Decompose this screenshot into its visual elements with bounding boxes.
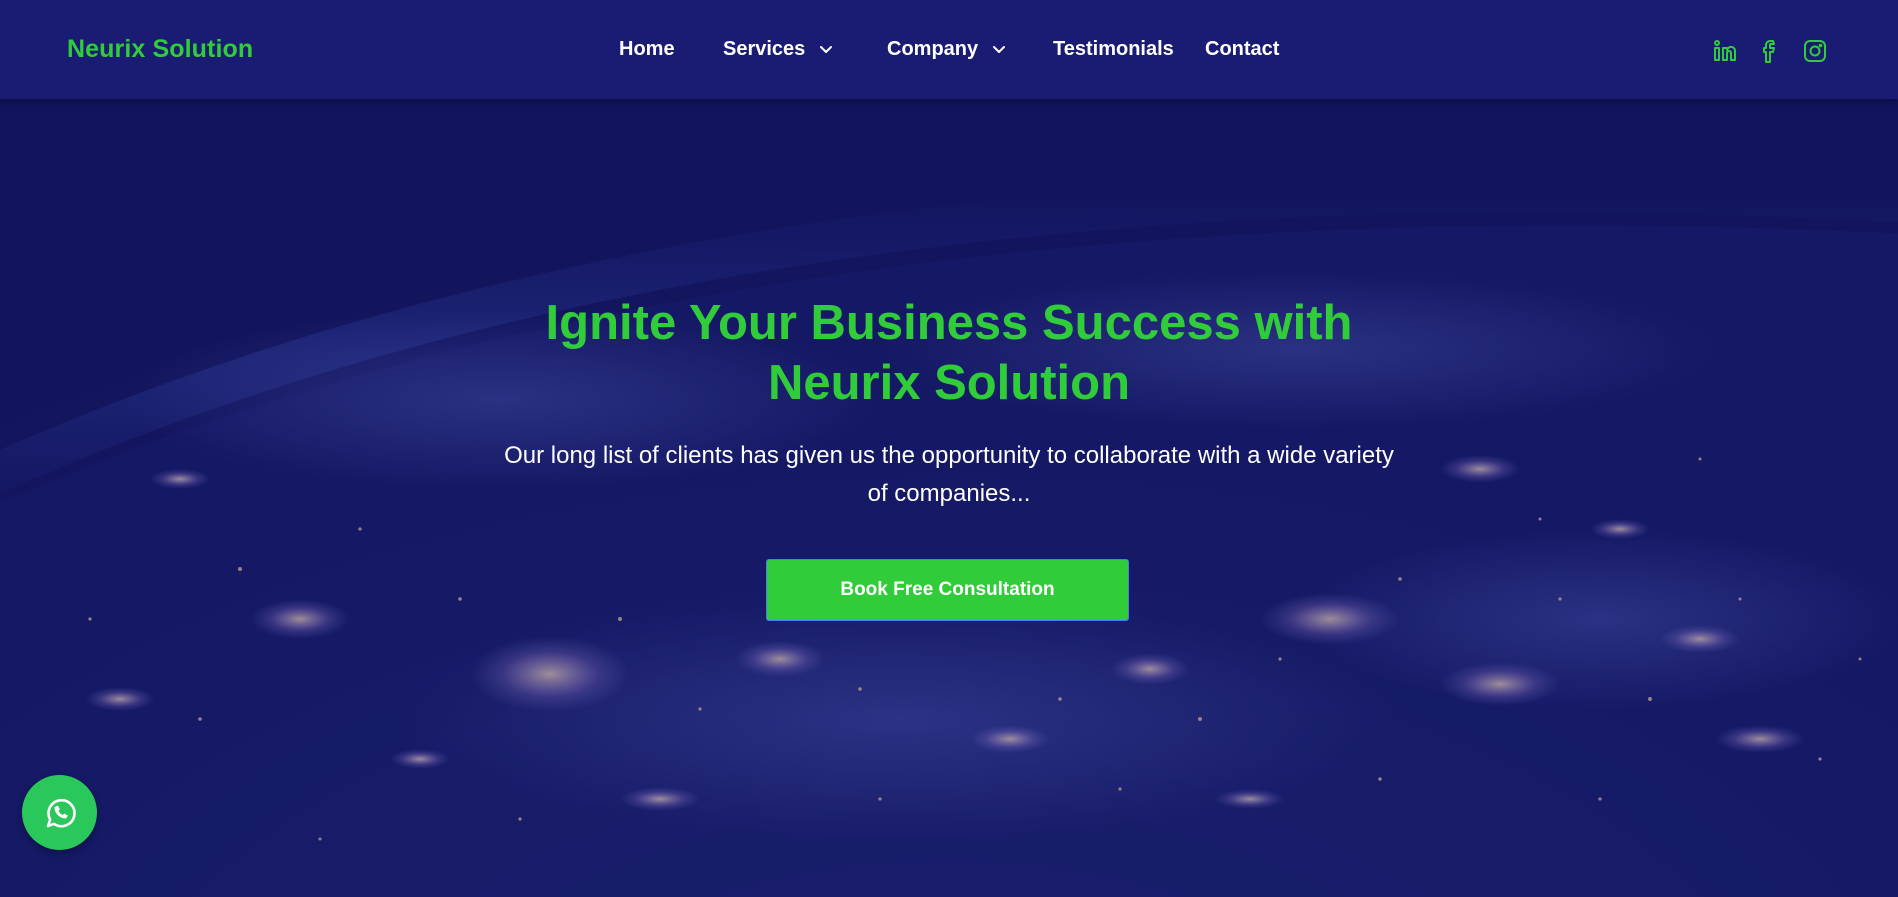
chevron-down-icon <box>992 45 1006 55</box>
hero-title-line2: Neurix Solution <box>767 356 1131 410</box>
nav-item-company[interactable]: Company <box>887 38 1006 61</box>
hero-subtitle-line2: of companies... <box>867 480 1031 507</box>
nav-item-testimonials[interactable]: Testimonials <box>1053 38 1174 61</box>
whatsapp-icon <box>40 793 80 833</box>
hero-subtitle: Our long list of clients has given us th… <box>449 437 1449 513</box>
whatsapp-chat-button[interactable] <box>22 775 97 850</box>
facebook-icon[interactable] <box>1757 38 1783 64</box>
brand-logo-text[interactable]: Neurix Solution <box>67 35 253 64</box>
hero-subtitle-line1: Our long list of clients has given us th… <box>504 442 1394 469</box>
nav-item-home[interactable]: Home <box>619 38 675 61</box>
nav-item-label: Contact <box>1205 38 1280 60</box>
chevron-down-icon <box>819 45 833 55</box>
hero-title-line1: Ignite Your Business Success with <box>545 296 1353 350</box>
instagram-icon[interactable] <box>1802 38 1828 64</box>
book-consultation-button[interactable]: Book Free Consultation <box>766 559 1129 621</box>
nav-item-label: Testimonials <box>1053 38 1174 60</box>
nav-item-label: Company <box>887 38 979 60</box>
hero-content: Ignite Your Business Success with Neurix… <box>0 99 1898 897</box>
nav-item-contact[interactable]: Contact <box>1205 38 1279 61</box>
top-navbar: Neurix Solution Home Services Company Te… <box>0 0 1898 99</box>
nav-item-label: Home <box>619 38 675 60</box>
hero-section: Ignite Your Business Success with Neurix… <box>0 99 1898 897</box>
social-links <box>1712 38 1828 64</box>
nav-item-label: Services <box>723 38 806 60</box>
hero-title: Ignite Your Business Success with Neurix… <box>449 293 1449 413</box>
nav-item-services[interactable]: Services <box>723 38 833 61</box>
linkedin-icon[interactable] <box>1712 38 1738 64</box>
